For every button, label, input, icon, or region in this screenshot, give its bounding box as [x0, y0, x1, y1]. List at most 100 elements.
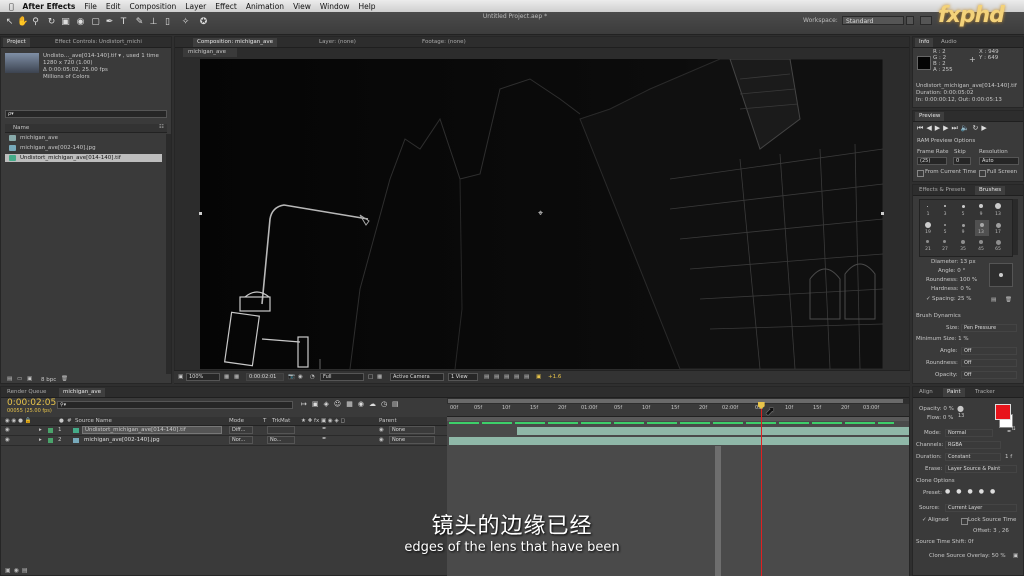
- tab-paint[interactable]: Paint: [943, 388, 965, 397]
- tab-effect-controls[interactable]: Effect Controls: Undistort_michi: [51, 38, 146, 47]
- expand-twirl-icon[interactable]: ▸: [39, 427, 42, 433]
- comp-subtab[interactable]: michigan_ave: [183, 48, 237, 57]
- column-source-name[interactable]: Source Name: [75, 418, 112, 424]
- column-trkmat[interactable]: TrkMat: [272, 418, 290, 424]
- timeline-search-input[interactable]: ⚲▾: [57, 401, 293, 409]
- tab-effects-presets[interactable]: Effects & Presets: [915, 186, 970, 195]
- menu-app-name[interactable]: After Effects: [23, 2, 76, 11]
- project-scrollbar[interactable]: [166, 134, 171, 374]
- expand-twirl-icon[interactable]: ▸: [39, 437, 42, 443]
- ram-preview-icon[interactable]: ▶: [981, 124, 989, 132]
- mask-visibility-icon[interactable]: ▦: [234, 374, 239, 380]
- rotate-tool-icon[interactable]: ↻: [46, 17, 57, 28]
- column-mode[interactable]: Mode: [229, 418, 244, 424]
- paint-duration-select[interactable]: Constant: [945, 453, 1001, 461]
- layer-name[interactable]: michigan_ave[002-140].jpg: [84, 437, 160, 443]
- bit-depth-label[interactable]: 8 bpc: [41, 377, 56, 383]
- menu-edit[interactable]: Edit: [106, 2, 121, 11]
- transparency-grid-icon[interactable]: ▦: [377, 374, 382, 380]
- parent-select[interactable]: None: [389, 436, 435, 444]
- always-preview-icon[interactable]: ▣: [178, 374, 183, 380]
- brush-tip-icon[interactable]: ●: [957, 404, 964, 413]
- column-parent[interactable]: Parent: [379, 418, 397, 424]
- tab-brushes[interactable]: Brushes: [975, 186, 1006, 195]
- column-name[interactable]: Name: [13, 125, 29, 131]
- table-row[interactable]: ◉ ▸ 2 michigan_ave[002-140].jpg Nor... N…: [1, 436, 448, 446]
- menu-file[interactable]: File: [84, 2, 97, 11]
- tab-align[interactable]: Align: [915, 388, 937, 397]
- trkmat-select[interactable]: No...: [267, 436, 295, 444]
- menu-composition[interactable]: Composition: [129, 2, 176, 11]
- snapshot-icon[interactable]: 📷: [288, 374, 295, 380]
- toggle-switches-icon[interactable]: ▣: [5, 567, 14, 574]
- angle-value[interactable]: Angle: 0 °: [938, 268, 965, 274]
- tab-layer[interactable]: Layer: (none): [315, 38, 360, 47]
- label-column-icon[interactable]: ●: [59, 418, 64, 424]
- timeline-current-time[interactable]: 0:00:02:05: [7, 398, 56, 408]
- paint-opacity-value[interactable]: Opacity: 0 %: [919, 406, 954, 412]
- prev-frame-icon[interactable]: ◀: [926, 124, 934, 132]
- work-area-bar[interactable]: [447, 417, 909, 421]
- layer-name-field[interactable]: Undistort_michigan_ave[014-140].tif: [82, 426, 222, 434]
- camera-view-select[interactable]: Active Camera: [390, 373, 444, 381]
- mask-tool-icon[interactable]: ▢: [90, 17, 101, 28]
- apple-menu-icon[interactable]: : [9, 2, 14, 11]
- menu-animation[interactable]: Animation: [246, 2, 284, 11]
- show-snapshot-icon[interactable]: ◉: [298, 374, 303, 380]
- project-search-input[interactable]: ρ▾: [5, 110, 167, 118]
- save-brush-icon[interactable]: ▤: [991, 297, 996, 303]
- video-toggle-icon[interactable]: ◉: [5, 427, 10, 433]
- new-folder-icon[interactable]: ▭: [17, 376, 22, 382]
- brainstorm-icon[interactable]: ☁: [369, 400, 381, 408]
- column-number[interactable]: #: [67, 418, 72, 424]
- menu-view[interactable]: View: [293, 2, 311, 11]
- parent-select[interactable]: None: [389, 426, 435, 434]
- av-switches-icon[interactable]: ◉ ◉ ● 🔒: [5, 418, 32, 424]
- clone-stamp-tool-icon[interactable]: ⊥: [148, 17, 159, 28]
- search-help-field[interactable]: [920, 16, 932, 25]
- label-color-swatch[interactable]: [48, 428, 53, 433]
- paint-channels-select[interactable]: RGBA: [945, 441, 1001, 449]
- list-item[interactable]: michigan_ave: [5, 134, 167, 142]
- clone-preset-3-icon[interactable]: ●: [968, 488, 979, 495]
- eraser-tool-icon[interactable]: ▯: [162, 17, 173, 28]
- from-current-time-checkbox[interactable]: [917, 170, 924, 177]
- selection-tool-icon[interactable]: ↖: [4, 17, 15, 28]
- tab-preview[interactable]: Preview: [915, 112, 945, 121]
- hand-tool-icon[interactable]: ✋: [17, 17, 28, 28]
- safe-margins-icon[interactable]: ▦: [224, 374, 229, 380]
- paint-flow-value[interactable]: Flow: 0 %: [927, 415, 953, 421]
- frame-rate-select[interactable]: (25): [917, 157, 947, 165]
- hide-shy-icon[interactable]: ☺: [334, 400, 346, 408]
- list-item[interactable]: michigan_ave[002-140].jpg: [5, 144, 167, 152]
- layer-handle-right[interactable]: [881, 212, 884, 215]
- channel-icon[interactable]: ◔: [310, 374, 315, 380]
- fast-previews-icon[interactable]: ▤: [494, 374, 499, 380]
- search-help-icon[interactable]: [906, 16, 914, 25]
- type-tool-icon[interactable]: T: [118, 17, 129, 28]
- anchor-crosshair-icon[interactable]: ⌖: [538, 209, 543, 219]
- label-color-swatch[interactable]: [48, 438, 53, 443]
- graph-editor-icon[interactable]: ▤: [392, 400, 404, 408]
- clone-preset-4-icon[interactable]: ●: [979, 488, 990, 495]
- column-t[interactable]: T: [263, 418, 266, 424]
- camera-tool-icon[interactable]: ▣: [60, 17, 71, 28]
- draft-3d-icon[interactable]: ◈: [324, 400, 334, 408]
- layer-switches-header-icon[interactable]: ★ ✚ fx ▣ ◉ ◈ ◻: [301, 418, 345, 424]
- tab-audio[interactable]: Audio: [937, 38, 961, 47]
- skip-field[interactable]: 0: [953, 157, 971, 165]
- parent-pickwhip-icon[interactable]: ◉: [379, 437, 384, 443]
- view-layout-select[interactable]: 1 View: [448, 373, 478, 381]
- eyedropper-icon[interactable]: ✒: [1007, 429, 1012, 435]
- trkmat-select[interactable]: [267, 426, 295, 434]
- dyn-angle-select[interactable]: Off: [961, 347, 1017, 355]
- flowchart-icon[interactable]: ☷: [159, 124, 164, 130]
- menu-layer[interactable]: Layer: [185, 2, 206, 11]
- brush-tool-icon[interactable]: ✎: [134, 17, 145, 28]
- table-row[interactable]: ◉ ▸ 1 Undistort_michigan_ave[014-140].ti…: [1, 426, 448, 436]
- navigator-range[interactable]: [448, 399, 903, 403]
- magnification-select[interactable]: 100%: [186, 373, 220, 381]
- clone-preset-2-icon[interactable]: ●: [956, 488, 967, 495]
- roundness-value[interactable]: Roundness: 100 %: [926, 277, 977, 283]
- layer-2-duration-bar[interactable]: [449, 437, 909, 445]
